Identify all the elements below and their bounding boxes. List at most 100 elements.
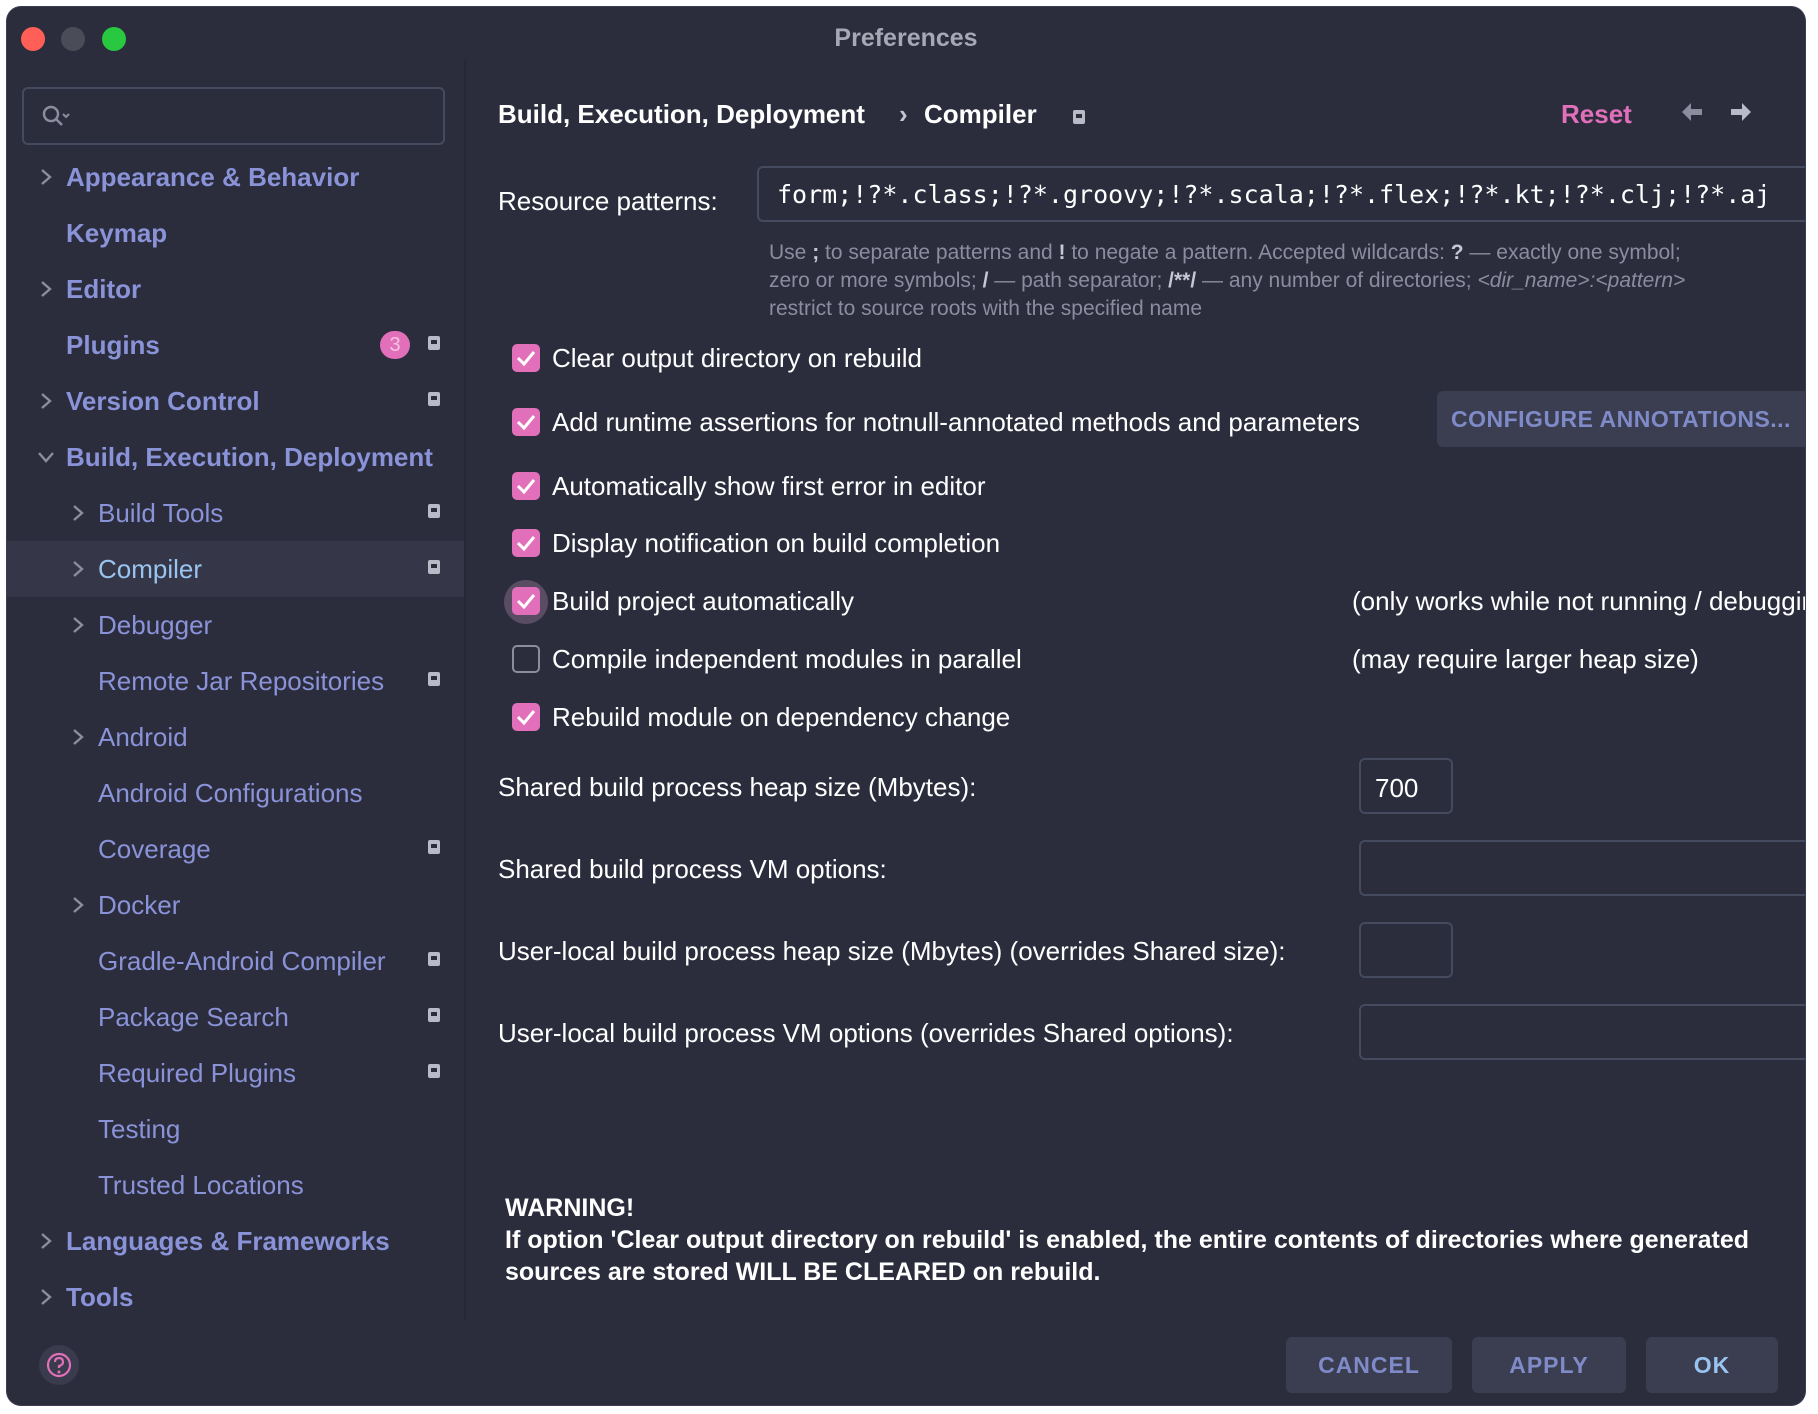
checkbox-label[interactable]: Clear output directory on rebuild	[552, 343, 922, 374]
sidebar-item-version-control[interactable]: Version Control	[7, 373, 464, 429]
sidebar-item-build-execution-deployment[interactable]: Build, Execution, Deployment	[7, 429, 464, 485]
search-input[interactable]	[22, 87, 445, 145]
sidebar-item-label: Required Plugins	[98, 1058, 297, 1088]
search-icon	[42, 105, 70, 126]
project-scope-icon	[427, 1063, 441, 1079]
shared-vm-label: Shared build process VM options:	[498, 854, 887, 884]
breadcrumb-parent[interactable]: Build, Execution, Deployment	[498, 99, 865, 130]
sidebar-item-docker[interactable]: Docker	[7, 877, 464, 933]
sidebar-item-remote-jar-repositories[interactable]: Remote Jar Repositories	[7, 653, 464, 709]
user-vm-label: User-local build process VM options (ove…	[498, 1018, 1234, 1048]
project-scope-icon	[427, 335, 441, 351]
chevron-right-icon[interactable]	[35, 1283, 57, 1311]
resource-patterns-hint: Use ; to separate patterns and ! to nega…	[769, 241, 1686, 320]
sidebar-item-debugger[interactable]: Debugger	[7, 597, 464, 653]
reset-link[interactable]: Reset	[1561, 99, 1632, 130]
checkbox-label[interactable]: Compile independent modules in parallel	[552, 644, 1022, 675]
checkbox[interactable]	[512, 703, 540, 731]
sidebar-item-build-tools[interactable]: Build Tools	[7, 485, 464, 541]
chevron-right-icon[interactable]	[35, 275, 57, 303]
sidebar-item-keymap[interactable]: Keymap	[7, 205, 464, 261]
sidebar-item-label: Trusted Locations	[98, 1170, 304, 1200]
sidebar-item-label: Debugger	[98, 610, 213, 640]
user-vm-input[interactable]	[1359, 1004, 1805, 1060]
warning-message: WARNING! If option 'Clear output directo…	[505, 1192, 1755, 1288]
project-scope-icon	[427, 391, 441, 407]
project-scope-icon	[427, 951, 441, 967]
sidebar-item-coverage[interactable]: Coverage	[7, 821, 464, 877]
chevron-right-icon[interactable]	[67, 555, 89, 583]
cancel-button[interactable]: CANCEL	[1286, 1337, 1452, 1393]
sidebar-item-compiler[interactable]: Compiler	[7, 541, 464, 597]
apply-button[interactable]: APPLY	[1472, 1337, 1626, 1393]
sidebar-item-required-plugins[interactable]: Required Plugins	[7, 1045, 464, 1101]
sidebar-item-languages-and-frameworks[interactable]: Languages & Frameworks	[7, 1213, 464, 1269]
chevron-right-icon[interactable]	[35, 1227, 57, 1255]
shared-heap-input[interactable]: 700	[1359, 758, 1453, 814]
sidebar-item-label: Appearance & Behavior	[66, 162, 360, 192]
sidebar-item-tools[interactable]: Tools	[7, 1269, 464, 1325]
user-heap-input[interactable]	[1359, 922, 1453, 978]
checkbox-label[interactable]: Rebuild module on dependency change	[552, 702, 1010, 733]
sidebar-item-editor[interactable]: Editor	[7, 261, 464, 317]
checkbox[interactable]	[512, 344, 540, 372]
sidebar-item-appearance-and-behavior[interactable]: Appearance & Behavior	[7, 149, 464, 205]
sidebar-item-label: Coverage	[98, 834, 211, 864]
chevron-right-icon[interactable]	[67, 723, 89, 751]
sidebar-item-label: Plugins	[66, 330, 160, 360]
checkbox-label[interactable]: Automatically show first error in editor	[552, 471, 985, 502]
shared-vm-input[interactable]	[1359, 840, 1805, 896]
help-button[interactable]	[39, 1345, 79, 1385]
sidebar-item-label: Build, Execution, Deployment	[66, 442, 433, 472]
chevron-right-icon[interactable]	[35, 163, 57, 191]
checkbox[interactable]	[512, 645, 540, 673]
chevron-right-icon[interactable]	[35, 387, 57, 415]
back-arrow-icon[interactable]	[1680, 101, 1704, 123]
checkbox-label[interactable]: Display notification on build completion	[552, 528, 1000, 559]
forward-arrow-icon[interactable]	[1729, 101, 1753, 123]
option-note: (may require larger heap size)	[1352, 644, 1699, 674]
window-title: Preferences	[834, 24, 978, 52]
sidebar-item-android[interactable]: Android	[7, 709, 464, 765]
resource-patterns-input[interactable]: form;!?*.class;!?*.groovy;!?*.scala;!?*.…	[757, 166, 1805, 222]
settings-sidebar: Appearance & Behavior Keymap Editor Plugins…	[7, 59, 464, 1321]
sidebar-item-label: Build Tools	[98, 498, 224, 528]
sidebar-item-label: Remote Jar Repositories	[98, 666, 385, 696]
project-scope-icon	[427, 559, 441, 575]
sidebar-item-label: Editor	[66, 274, 142, 304]
checkbox[interactable]	[512, 408, 540, 436]
project-scope-icon	[427, 839, 441, 855]
user-heap-label: User-local build process heap size (Mbyt…	[498, 936, 1286, 966]
sidebar-item-label: Testing	[98, 1114, 181, 1144]
sidebar-item-label: Version Control	[66, 386, 260, 416]
checkbox[interactable]	[512, 587, 540, 615]
sidebar-item-plugins[interactable]: Plugins 3	[7, 317, 464, 373]
title-bar: Preferences	[7, 7, 1805, 59]
checkbox-label[interactable]: Build project automatically	[552, 586, 854, 617]
sidebar-item-package-search[interactable]: Package Search	[7, 989, 464, 1045]
chevron-right-icon[interactable]	[67, 499, 89, 527]
ok-button[interactable]: OK	[1646, 1337, 1778, 1393]
checkbox-label[interactable]: Add runtime assertions for notnull-annot…	[552, 407, 1360, 438]
checkbox[interactable]	[512, 472, 540, 500]
project-scope-icon	[1073, 110, 1085, 124]
sidebar-item-gradle-android-compiler[interactable]: Gradle-Android Compiler	[7, 933, 464, 989]
option-note: (only works while not running / debuggin…	[1352, 586, 1805, 616]
chevron-down-icon[interactable]	[35, 443, 57, 471]
chevron-right-icon[interactable]	[67, 611, 89, 639]
sidebar-item-trusted-locations[interactable]: Trusted Locations	[7, 1157, 464, 1213]
configure-annotations-button[interactable]: CONFIGURE ANNOTATIONS...	[1437, 391, 1805, 447]
update-count-badge: 3	[380, 331, 410, 359]
sidebar-item-label: Keymap	[66, 218, 168, 248]
sidebar-divider	[464, 59, 466, 1321]
sidebar-item-label: Android Configurations	[98, 778, 363, 808]
project-scope-icon	[427, 671, 441, 687]
sidebar-item-label: Languages & Frameworks	[66, 1226, 390, 1256]
sidebar-item-android-configurations[interactable]: Android Configurations	[7, 765, 464, 821]
project-scope-icon	[427, 1007, 441, 1023]
sidebar-item-label: Tools	[66, 1282, 134, 1312]
sidebar-item-label: Docker	[98, 890, 181, 920]
sidebar-item-testing[interactable]: Testing	[7, 1101, 464, 1157]
checkbox[interactable]	[512, 529, 540, 557]
chevron-right-icon[interactable]	[67, 891, 89, 919]
